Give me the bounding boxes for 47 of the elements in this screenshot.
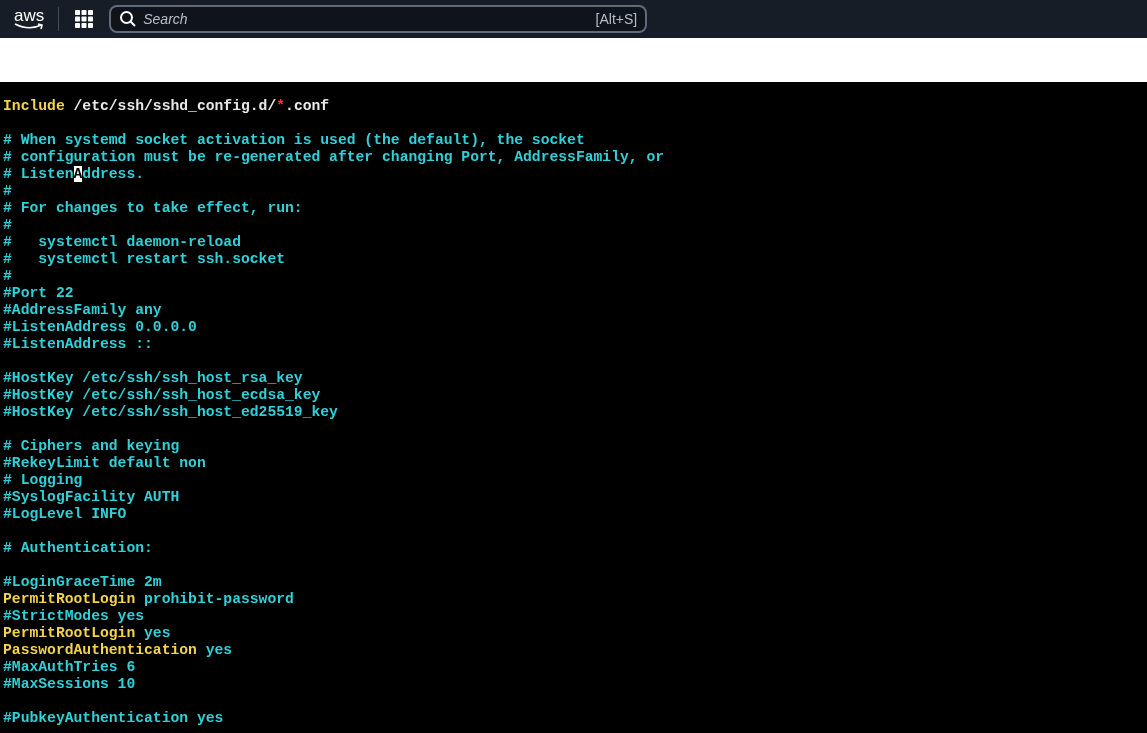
terminal-text: #LoginGraceTime 2m xyxy=(3,574,162,590)
terminal-text: # configuration must be re-generated after changing Port, AddressFamily, or xyxy=(3,149,665,165)
terminal-text: yes xyxy=(143,625,171,641)
text-cursor: A xyxy=(73,166,83,182)
terminal-text: PasswordAuthentication xyxy=(3,642,197,658)
terminal-text: #ListenAddress 0.0.0.0 xyxy=(3,319,197,335)
terminal-text: # xyxy=(3,217,12,233)
terminal-text: yes xyxy=(204,642,233,658)
search-input[interactable]: Search xyxy=(143,11,590,27)
terminal-text: # Logging xyxy=(3,472,83,488)
terminal-text: # xyxy=(3,183,12,199)
shortcut-hint: [Alt+S] xyxy=(595,11,638,27)
terminal-text: #HostKey /etc/ssh/ssh_host_ed25519_key xyxy=(3,404,338,420)
terminal-text: # Listen xyxy=(3,166,74,182)
terminal-text: #MaxAuthTries 6 xyxy=(3,659,136,675)
terminal-text: /etc/ssh/sshd_config.d/ xyxy=(72,98,277,114)
terminal-text: prohibit-password xyxy=(143,591,294,607)
terminal-text: Include xyxy=(3,98,65,114)
terminal-text: #HostKey /etc/ssh/ssh_host_rsa_key xyxy=(3,370,303,386)
terminal-text: # For changes to take effect, run: xyxy=(3,200,303,216)
logo-text: aws xyxy=(14,8,45,23)
terminal-text: * xyxy=(276,98,286,114)
terminal-text: #RekeyLimit default non xyxy=(3,455,206,471)
terminal-text: # Authentication: xyxy=(3,540,153,556)
terminal-text: #Port 22 xyxy=(3,285,74,301)
search-field[interactable]: Search [Alt+S] xyxy=(109,5,648,33)
search-icon xyxy=(119,10,138,28)
terminal-text: #StrictModes yes xyxy=(3,608,145,624)
terminal-text: #AddressFamily any xyxy=(3,302,162,318)
terminal-text: # systemctl restart ssh.socket xyxy=(3,251,286,267)
terminal-text: # Ciphers and keying xyxy=(3,438,180,454)
smile-icon xyxy=(14,23,45,30)
terminal-text: ddress. xyxy=(82,166,145,182)
terminal-text: .conf xyxy=(285,98,330,114)
terminal-text: PermitRootLogin xyxy=(3,625,136,641)
terminal-text: #MaxSessions 10 xyxy=(3,676,136,692)
terminal-text: # systemctl daemon-reload xyxy=(3,234,241,250)
terminal-text: PermitRootLogin xyxy=(3,591,136,607)
apps-grid-icon[interactable] xyxy=(75,10,94,28)
terminal-text: #LogLevel INFO xyxy=(3,506,127,522)
terminal-text: #HostKey /etc/ssh/ssh_host_ecdsa_key xyxy=(3,387,321,403)
terminal-text: #PubkeyAuthentication yes xyxy=(3,710,224,726)
terminal-text: #ListenAddress :: xyxy=(3,336,153,352)
aws-logo[interactable]: aws xyxy=(14,7,60,31)
terminal-text: # When systemd socket activation is used (the default), the socket xyxy=(3,132,585,148)
terminal-text: #SyslogFacility AUTH xyxy=(3,489,180,505)
terminal-text: # xyxy=(3,268,12,284)
